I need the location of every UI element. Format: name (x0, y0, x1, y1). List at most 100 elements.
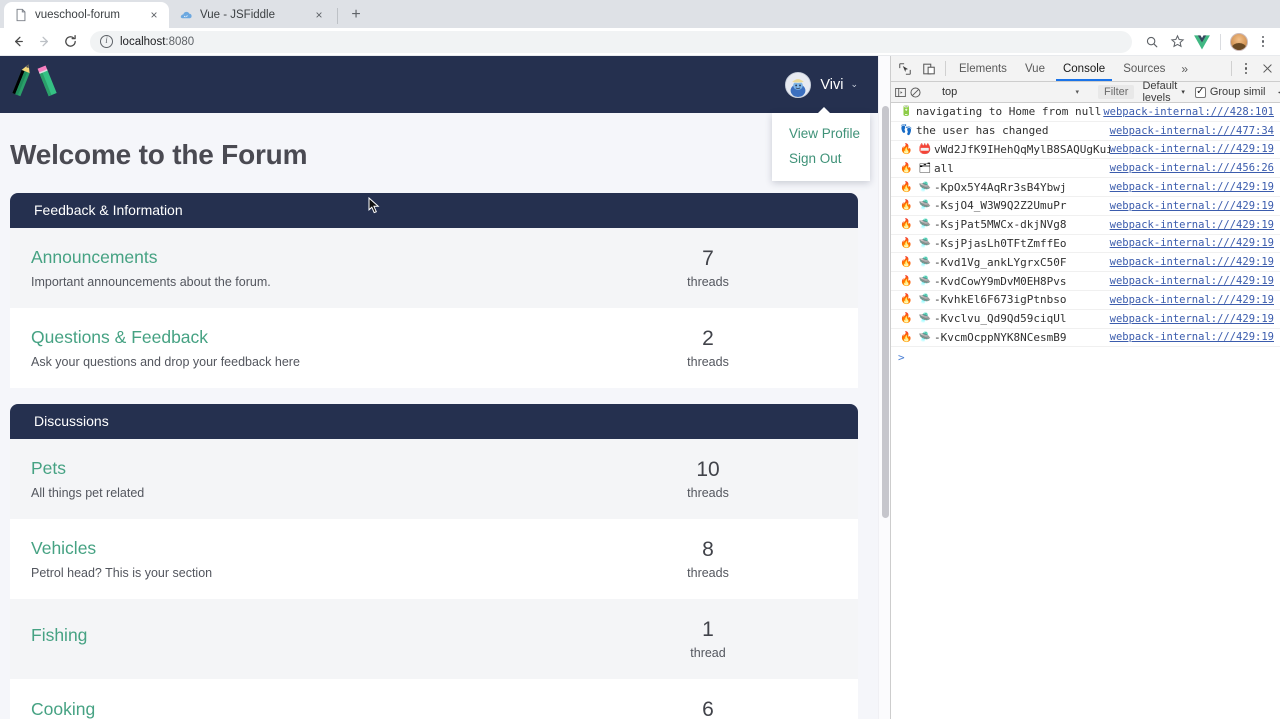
page-scrollbar-thumb[interactable] (882, 106, 889, 518)
close-icon[interactable]: × (312, 8, 326, 22)
browser-tab-vueschool-forum[interactable]: vueschool-forum × (4, 2, 169, 28)
log-source-link[interactable]: webpack-internal:///456:26 (1110, 162, 1280, 174)
console-log-row[interactable]: 🔋 navigating to Home from null webpack-i… (891, 103, 1280, 122)
console-log-row[interactable]: 🔥 🛸 -KsjPat5MWCx-dkjNVg8 webpack-interna… (891, 216, 1280, 235)
address-bar[interactable]: localhost:8080 (90, 30, 1132, 53)
category-row-fishing[interactable]: Fishing 1 thread (10, 599, 858, 680)
more-tabs-icon[interactable]: » (1174, 56, 1195, 81)
console-log-row[interactable]: 👣 the user has changed webpack-internal:… (891, 122, 1280, 141)
log-source-link[interactable]: webpack-internal:///428:101 (1103, 106, 1280, 118)
console-log-row[interactable]: 🔥 🛸 -KvhkEl6F673igPtnbso webpack-interna… (891, 291, 1280, 310)
log-source-link[interactable]: webpack-internal:///429:19 (1110, 294, 1280, 306)
profile-avatar-icon[interactable] (1227, 30, 1251, 54)
close-icon[interactable]: × (147, 8, 161, 22)
tab-separator (337, 8, 338, 24)
console-log-row[interactable]: 🔥 📛 vWd2JfK9IHehQqMylB8SAQUgKui1 webpack… (891, 141, 1280, 160)
kebab-menu-icon[interactable] (1252, 31, 1274, 53)
search-icon[interactable] (1140, 30, 1164, 54)
inspect-element-icon[interactable] (893, 56, 917, 81)
category-title-link[interactable]: Announcements (31, 247, 157, 268)
category-title-link[interactable]: Questions & Feedback (31, 327, 208, 348)
console-filter-input[interactable]: Filter (1098, 85, 1135, 99)
log-source-link[interactable]: webpack-internal:///429:19 (1110, 181, 1280, 193)
console-levels-selector[interactable]: Default levels ▾ (1142, 80, 1184, 104)
category-title-link[interactable]: Cooking (31, 699, 95, 719)
log-message: all (934, 161, 954, 175)
category-row-pets[interactable]: Pets All things pet related 10 threads (10, 439, 858, 520)
log-source-link[interactable]: webpack-internal:///429:19 (1110, 331, 1280, 343)
thread-count: 2 threads (558, 327, 858, 369)
log-source-link[interactable]: webpack-internal:///429:19 (1110, 313, 1280, 325)
console-log-row[interactable]: 🔥 🗂 all webpack-internal:///456:26 (891, 159, 1280, 179)
new-tab-button[interactable]: + (343, 2, 369, 28)
console-log-row[interactable]: 🔥 🛸 -KsjPjasLh0TFtZmffEo webpack-interna… (891, 235, 1280, 254)
thread-count-label: thread (690, 646, 726, 661)
browser-toolbar: localhost:8080 (0, 28, 1280, 56)
category-row-cooking[interactable]: Cooking Discuss your passion for food an… (10, 679, 858, 719)
log-secondary-icon: 🛸 (918, 219, 932, 231)
console-log-row[interactable]: 🔥 🛸 -KsjO4_W3W9Q2Z2UmuPr webpack-interna… (891, 197, 1280, 216)
browser-tab-vue-jsfiddle[interactable]: Vue - JSFiddle × (169, 2, 334, 28)
document-icon (14, 8, 28, 22)
dropdown-item-view-profile[interactable]: View Profile (772, 121, 870, 146)
group-similar-label: Group similar (1209, 86, 1266, 98)
dropdown-item-sign-out[interactable]: Sign Out (772, 146, 870, 171)
group-similar-checkbox[interactable] (1194, 85, 1206, 99)
tab-console[interactable]: Console (1054, 56, 1114, 81)
log-source-link[interactable]: webpack-internal:///429:19 (1110, 237, 1280, 249)
log-source-link[interactable]: webpack-internal:///477:34 (1110, 125, 1280, 137)
console-log-list[interactable]: 🔋 navigating to Home from null webpack-i… (891, 103, 1280, 719)
category-row-announcements[interactable]: Announcements Important announcements ab… (10, 228, 858, 309)
category-title-link[interactable]: Vehicles (31, 538, 96, 559)
thread-count: 6 threads (558, 698, 858, 719)
log-message: -Kvclvu_Qd9Qd59ciqUl (934, 312, 1067, 326)
log-source-link[interactable]: webpack-internal:///429:19 (1110, 219, 1280, 231)
console-sidebar-icon[interactable] (894, 86, 907, 99)
group-similar-toggle[interactable]: Group similar (1194, 85, 1266, 99)
user-menu-trigger[interactable]: Vivi ⌄ (785, 71, 864, 98)
console-log-row[interactable]: 🔥 🛸 -KpOx5Y4AqRr3sB4Ybwj webpack-interna… (891, 178, 1280, 197)
category-title-link[interactable]: Fishing (31, 625, 87, 646)
clear-console-icon[interactable] (909, 86, 922, 99)
tab-vue[interactable]: Vue (1016, 56, 1054, 81)
log-secondary-icon: 🛸 (918, 181, 932, 193)
log-source-link[interactable]: webpack-internal:///429:19 (1110, 143, 1280, 155)
log-secondary-icon: 🛸 (918, 275, 932, 287)
console-log-row[interactable]: 🔥 🛸 -Kvd1Vg_ankLYgrxC50F webpack-interna… (891, 253, 1280, 273)
category-list: Pets All things pet related 10 threads V… (10, 439, 858, 719)
page-scrollbar[interactable] (878, 56, 890, 719)
log-level-icon: 🔥 (900, 294, 913, 306)
log-source-link[interactable]: webpack-internal:///429:19 (1110, 256, 1280, 268)
devtools-more-options-icon[interactable] (1236, 56, 1256, 81)
reload-button[interactable] (58, 30, 82, 54)
device-toolbar-icon[interactable] (917, 56, 941, 81)
console-input-prompt[interactable]: > (891, 347, 1280, 367)
category-row-questions-feedback[interactable]: Questions & Feedback Ask your questions … (10, 308, 858, 389)
console-log-row[interactable]: 🔥 🛸 -Kvclvu_Qd9Qd59ciqUl webpack-interna… (891, 310, 1280, 329)
tab-elements[interactable]: Elements (950, 56, 1016, 81)
log-source-link[interactable]: webpack-internal:///429:19 (1110, 275, 1280, 287)
devtools-tab-bar: Elements Vue Console Sources » (891, 56, 1280, 82)
log-level-icon: 🔥 (900, 237, 913, 249)
vue-devtools-extension-icon[interactable] (1190, 30, 1214, 54)
tab-sources[interactable]: Sources (1114, 56, 1174, 81)
log-source-link[interactable]: webpack-internal:///429:19 (1110, 200, 1280, 212)
log-message: -KvdCowY9mDvM0EH8Pvs (934, 274, 1067, 288)
site-info-icon[interactable] (100, 35, 113, 48)
devtools-panel: Elements Vue Console Sources » top ▾ Fil… (890, 56, 1280, 719)
vueschool-pencil-v-logo[interactable] (12, 62, 58, 108)
star-icon[interactable] (1165, 30, 1189, 54)
devtools-close-icon[interactable] (1256, 56, 1278, 81)
console-context-selector[interactable]: top ▾ (934, 86, 1084, 98)
url-host: localhost (120, 35, 166, 48)
log-level-icon: 👣 (900, 125, 913, 137)
url-port: :8080 (165, 35, 195, 48)
category-title-link[interactable]: Pets (31, 458, 66, 479)
user-name-label: Vivi (820, 76, 844, 93)
category-row-vehicles[interactable]: Vehicles Petrol head? This is your secti… (10, 519, 858, 600)
console-log-row[interactable]: 🔥 🛸 -KvcmOcppNYK8NCesmB9 webpack-interna… (891, 329, 1280, 348)
log-message: -KsjPat5MWCx-dkjNVg8 (934, 218, 1067, 232)
console-log-row[interactable]: 🔥 🛸 -KvdCowY9mDvM0EH8Pvs webpack-interna… (891, 272, 1280, 291)
page-title: Welcome to the Forum (10, 139, 308, 170)
back-button[interactable] (6, 30, 30, 54)
